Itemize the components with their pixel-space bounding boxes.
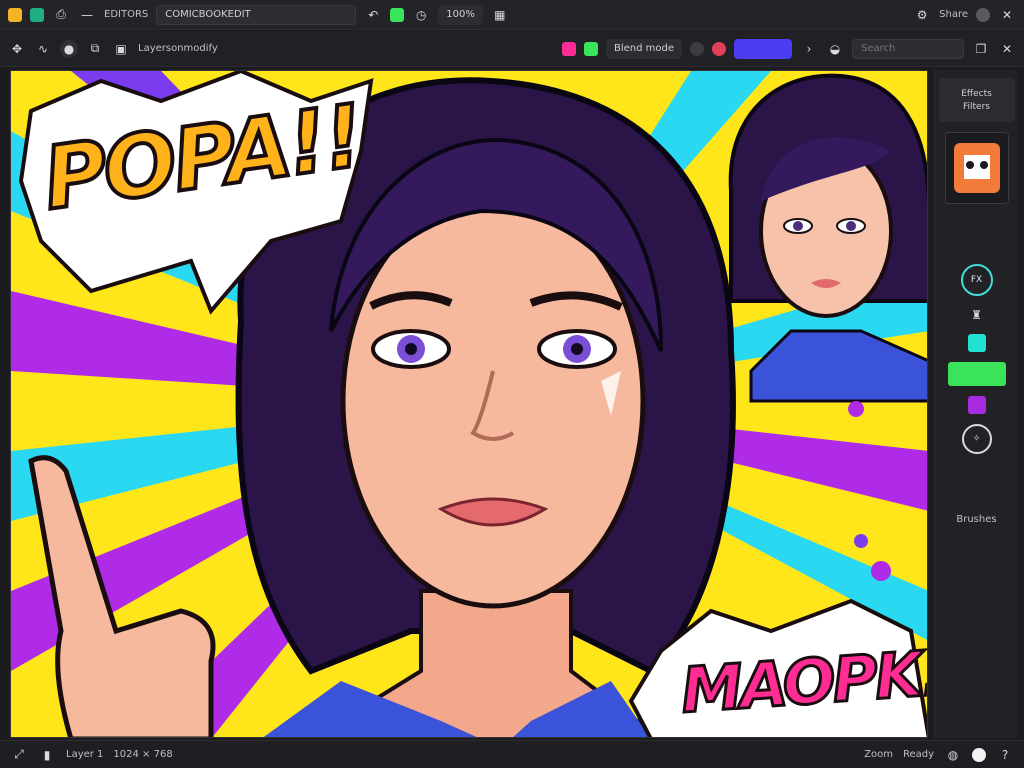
filters-label: Filters — [963, 101, 990, 112]
copy-icon[interactable]: ❐ — [972, 40, 990, 58]
green-toggle[interactable] — [390, 7, 405, 22]
file-name-field[interactable]: COMICBOOKEDIT — [156, 4, 357, 25]
eyedropper-icon[interactable]: ◒ — [826, 40, 844, 58]
effects-panel-header[interactable]: Effects Filters — [938, 78, 1015, 122]
stamp-icon[interactable]: ♜ — [968, 306, 986, 324]
undo-icon[interactable]: ↶ — [364, 6, 382, 24]
layer-thumbnail[interactable] — [944, 132, 1009, 204]
image-icon[interactable]: ▣ — [112, 40, 130, 58]
chevron-icon[interactable]: › — [800, 40, 818, 58]
share-label[interactable]: Share — [939, 9, 968, 20]
move-icon[interactable]: ✥ — [8, 40, 26, 58]
resize-icon[interactable]: ⤢ — [10, 746, 28, 764]
save-icon[interactable] — [30, 7, 44, 22]
search-input[interactable] — [852, 38, 964, 59]
effects-label: Effects — [961, 88, 992, 99]
status-ready: Ready — [902, 749, 934, 760]
record-icon[interactable] — [712, 41, 726, 56]
grid-icon[interactable]: ▦ — [491, 6, 509, 24]
globe-icon[interactable]: ◍ — [944, 746, 962, 764]
folder-icon[interactable] — [8, 7, 22, 22]
sfx-bottom-text: MAOPK! — [677, 634, 928, 728]
option-dot-icon[interactable] — [690, 41, 704, 56]
thumbnail-art — [945, 133, 1008, 203]
layer-label: Layersonmodify — [138, 43, 218, 54]
status-dimensions: 1024 × 768 — [113, 749, 173, 760]
zoom-button[interactable]: 100% — [438, 4, 483, 25]
green-wide-swatch[interactable] — [947, 362, 1006, 386]
export-icon[interactable]: ⎙ — [52, 6, 70, 24]
blend-mode-button[interactable]: Blend mode — [605, 38, 682, 59]
layers-icon[interactable]: ⧉ — [86, 40, 104, 58]
brushes-label[interactable]: Brushes — [956, 514, 996, 525]
dash-icon: — — [81, 7, 93, 22]
primary-color-button[interactable] — [734, 38, 792, 59]
close-icon[interactable]: ✕ — [998, 6, 1016, 24]
brush-icon[interactable]: ● — [60, 39, 78, 58]
fx-ring-button[interactable]: FX — [960, 264, 993, 296]
white-circle-icon[interactable] — [972, 747, 986, 762]
status-zoom: Zoom — [864, 749, 893, 760]
settings-icon[interactable]: ⚙ — [913, 6, 931, 24]
teal-swatch[interactable] — [967, 334, 986, 352]
pink-swatch[interactable] — [561, 41, 576, 56]
status-bar: ⤢ ▮ Layer 1 1024 × 768 Zoom Ready ◍ ? — [0, 740, 1024, 768]
purple-swatch[interactable] — [967, 396, 986, 414]
avatar[interactable] — [976, 7, 990, 22]
close-panel-icon[interactable]: ✕ — [998, 40, 1016, 58]
right-panel: Effects Filters FX ♜ ✧ Brushes — [934, 70, 1018, 738]
status-layer: Layer 1 — [66, 749, 104, 760]
artwork-canvas[interactable]: POPA!! MAOPK! — [10, 70, 928, 738]
top-bar: ⎙ — EDITORS COMICBOOKEDIT ↶ ◷ 100% ▦ ⚙ S… — [0, 0, 1024, 30]
waveform-icon[interactable]: ∿ — [34, 40, 52, 58]
tool-bar: ✥ ∿ ● ⧉ ▣ Layersonmodify Blend mode › ◒ … — [0, 31, 1024, 67]
help-icon[interactable]: ? — [996, 746, 1014, 764]
history-icon[interactable]: ◷ — [412, 6, 430, 24]
compass-icon[interactable]: ✧ — [961, 424, 992, 454]
green-swatch[interactable] — [583, 41, 598, 56]
app-name: EDITORS — [104, 9, 149, 20]
trash-icon[interactable]: ▮ — [38, 746, 56, 764]
